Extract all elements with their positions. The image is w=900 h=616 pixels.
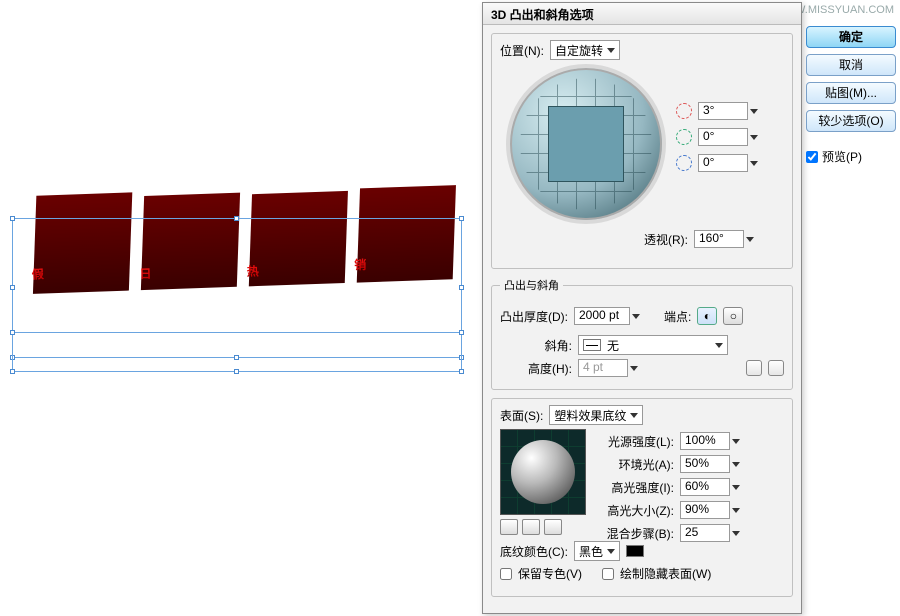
delete-light-button[interactable] [544, 519, 562, 535]
z-axis-icon [676, 155, 692, 171]
cap-on-button[interactable]: ◐ [697, 307, 717, 325]
height-input[interactable]: 4 pt [578, 359, 638, 377]
blend-steps-input[interactable]: 25 [680, 524, 740, 542]
fewer-options-button[interactable]: 较少选项(O) [806, 110, 896, 132]
bevel-in-icon[interactable] [746, 360, 762, 376]
chevron-down-icon [750, 161, 758, 166]
surface-group: 表面(S): 塑料效果底纹 [491, 398, 793, 597]
selection-bbox-secondary[interactable] [12, 332, 462, 372]
position-group: 位置(N): 自定旋转 3° 0° 0° 透视(R): [491, 33, 793, 269]
bevel-swatch-icon [583, 339, 601, 351]
preview-checkbox[interactable] [806, 151, 818, 163]
shade-color-label: 底纹颜色(C): [500, 543, 568, 560]
height-label: 高度(H): [500, 360, 572, 377]
surface-value: 塑料效果底纹 [554, 407, 626, 424]
chevron-down-icon [750, 109, 758, 114]
spec-intensity-label: 高光强度(I): [600, 479, 674, 496]
perspective-input[interactable]: 160° [694, 230, 754, 248]
chevron-down-icon [607, 48, 615, 53]
draw-hidden-checkbox[interactable] [602, 568, 614, 580]
chevron-down-icon [750, 135, 758, 140]
surface-label: 表面(S): [500, 407, 543, 424]
preserve-spot-checkbox[interactable] [500, 568, 512, 580]
perspective-label: 透视(R): [644, 231, 688, 248]
chevron-down-icon [630, 413, 638, 418]
light-back-button[interactable] [500, 519, 518, 535]
x-axis-icon [676, 103, 692, 119]
ambient-input[interactable]: 50% [680, 455, 740, 473]
cancel-button[interactable]: 取消 [806, 54, 896, 76]
light-sphere[interactable] [500, 429, 586, 515]
bevel-select[interactable]: 无 [578, 335, 728, 355]
spec-size-input[interactable]: 90% [680, 501, 740, 519]
trackball[interactable] [506, 64, 666, 224]
chevron-down-icon [630, 366, 638, 371]
ambient-label: 环境光(A): [600, 456, 674, 473]
chevron-down-icon [746, 237, 754, 242]
light-intensity-input[interactable]: 100% [680, 432, 740, 450]
artboard: 假 日 热 销 [0, 0, 480, 616]
surface-params: 光源强度(L): 100% 环境光(A): 50% 高光强度(I): 60% 高光大小… [600, 427, 740, 547]
map-art-button[interactable]: 贴图(M)... [806, 82, 896, 104]
depth-input[interactable]: 2000 pt [574, 307, 640, 325]
chevron-down-icon [715, 343, 723, 348]
light-intensity-label: 光源强度(L): [600, 433, 674, 450]
cap-off-button[interactable]: ○ [723, 307, 743, 325]
depth-label: 凸出厚度(D): [500, 308, 568, 325]
spec-intensity-input[interactable]: 60% [680, 478, 740, 496]
extrude-legend: 凸出与斜角 [500, 277, 563, 293]
dialog-buttons: 确定 取消 贴图(M)... 较少选项(O) 预览(P) [806, 26, 896, 165]
dialog-title: 3D 凸出和斜角选项 [483, 3, 801, 25]
extrude-bevel-group: 凸出与斜角 凸出厚度(D): 2000 pt 端点: ◐ ○ 斜角: 无 高度 [491, 277, 793, 390]
surface-select[interactable]: 塑料效果底纹 [549, 405, 643, 425]
y-axis-icon [676, 129, 692, 145]
spec-size-label: 高光大小(Z): [600, 502, 674, 519]
bevel-value: 无 [607, 337, 619, 354]
trackball-cube [548, 106, 624, 182]
add-light-button[interactable] [522, 519, 540, 535]
ok-button[interactable]: 确定 [806, 26, 896, 48]
y-rotation-input[interactable]: 0° [698, 128, 758, 146]
3d-options-dialog: 3D 凸出和斜角选项 位置(N): 自定旋转 3° 0° 0° [482, 2, 802, 614]
chevron-down-icon [632, 314, 640, 319]
position-select[interactable]: 自定旋转 [550, 40, 620, 60]
draw-hidden-label: 绘制隐藏表面(W) [620, 565, 711, 582]
chevron-down-icon [607, 549, 615, 554]
z-rotation-input[interactable]: 0° [698, 154, 758, 172]
blend-steps-label: 混合步骤(B): [600, 525, 674, 542]
preview-label: 预览(P) [822, 148, 862, 165]
position-label: 位置(N): [500, 42, 544, 59]
preserve-spot-label: 保留专色(V) [518, 565, 582, 582]
x-rotation-input[interactable]: 3° [698, 102, 758, 120]
bevel-label: 斜角: [500, 337, 572, 354]
rotation-axes: 3° 0° 0° [676, 94, 758, 180]
bevel-out-icon[interactable] [768, 360, 784, 376]
position-value: 自定旋转 [555, 42, 603, 59]
cap-label: 端点: [664, 308, 691, 325]
